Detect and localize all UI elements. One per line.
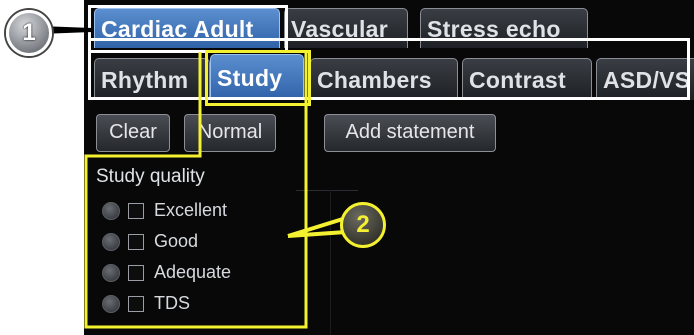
normal-button[interactable]: Normal xyxy=(184,114,276,152)
tab-asd-vsd[interactable]: ASD/VS xyxy=(596,58,694,100)
tab-study[interactable]: Study xyxy=(210,54,304,100)
callout-1: 1 xyxy=(6,10,52,56)
tab-vascular[interactable]: Vascular xyxy=(284,8,408,48)
checkbox[interactable] xyxy=(128,203,144,219)
tab-contrast[interactable]: Contrast xyxy=(462,58,592,100)
radio-button[interactable] xyxy=(102,233,120,251)
checkbox[interactable] xyxy=(128,234,144,250)
callout-2-number: 2 xyxy=(356,211,370,238)
radio-button[interactable] xyxy=(102,295,120,313)
callout-2: 2 xyxy=(340,202,386,248)
section-divider xyxy=(296,190,358,191)
radio-button[interactable] xyxy=(102,264,120,282)
option-label: Adequate xyxy=(154,262,232,282)
clear-button[interactable]: Clear xyxy=(96,114,170,152)
radio-button[interactable] xyxy=(102,202,120,220)
protocol-panel: Cardiac Adult Vascular Stress echo Rhyth… xyxy=(84,0,694,335)
callout-1-number: 1 xyxy=(22,19,36,46)
tab-chambers[interactable]: Chambers xyxy=(310,58,458,100)
option-label: Good xyxy=(154,231,199,251)
option-label: Excellent xyxy=(154,200,228,220)
checkbox[interactable] xyxy=(128,265,144,281)
option-label: TDS xyxy=(154,293,190,313)
section-divider-vertical xyxy=(330,190,331,335)
section-title: Study quality xyxy=(96,166,205,187)
tab-rhythm[interactable]: Rhythm xyxy=(94,58,210,100)
tab-stress-echo[interactable]: Stress echo xyxy=(420,8,588,48)
add-statement-button[interactable]: Add statement xyxy=(324,114,496,152)
checkbox[interactable] xyxy=(128,296,144,312)
tab-cardiac-adult[interactable]: Cardiac Adult xyxy=(94,8,280,48)
